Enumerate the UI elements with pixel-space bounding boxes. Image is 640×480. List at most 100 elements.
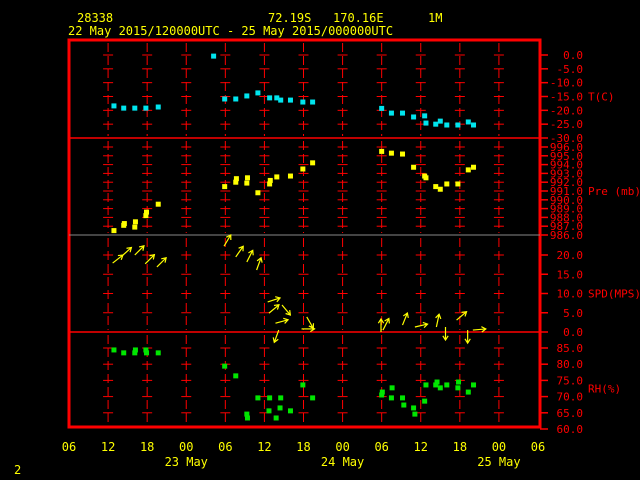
panel-title-humidity: RH(%) bbox=[588, 383, 621, 396]
wind-arrow bbox=[121, 246, 133, 257]
pressure-point bbox=[111, 228, 117, 234]
panel-title-wind: SPD(MPS) bbox=[588, 288, 640, 301]
humidity-point bbox=[455, 385, 461, 391]
temperature-point bbox=[121, 105, 127, 111]
x-tick-label: 06 bbox=[62, 440, 76, 454]
axis-tick-label: 0.0 bbox=[563, 326, 583, 339]
x-tick-label: 00 bbox=[179, 440, 193, 454]
temperature-point bbox=[255, 90, 261, 96]
pressure-point bbox=[379, 148, 385, 154]
x-tick-label: 18 bbox=[296, 440, 310, 454]
wind-arrow bbox=[301, 325, 316, 333]
pressure-point bbox=[310, 160, 316, 166]
pressure-point bbox=[233, 176, 239, 182]
pressure-point bbox=[155, 201, 161, 207]
pressure-point bbox=[400, 151, 406, 157]
humidity-point bbox=[233, 373, 239, 379]
temperature-point bbox=[422, 113, 428, 119]
humidity-point bbox=[434, 379, 440, 385]
humidity-point bbox=[277, 405, 283, 411]
temperature-point bbox=[211, 53, 217, 59]
humidity-point bbox=[388, 395, 394, 401]
axis-tick-label: 5.0 bbox=[563, 307, 583, 320]
humidity-point bbox=[310, 395, 316, 401]
x-tick-label: 00 bbox=[335, 440, 349, 454]
pressure-point bbox=[274, 174, 280, 180]
temperature-point bbox=[379, 105, 385, 111]
humidity-point bbox=[273, 415, 279, 421]
axis-tick-label: 70.0 bbox=[557, 391, 584, 404]
humidity-point bbox=[422, 398, 428, 404]
pressure-point bbox=[132, 224, 138, 230]
panel-title-pressure: Pre (mb) bbox=[588, 185, 640, 198]
wind-arrow bbox=[268, 304, 280, 314]
humidity-point bbox=[111, 347, 117, 353]
pressure-point bbox=[388, 150, 394, 156]
pressure-point bbox=[121, 221, 127, 227]
wind-arrow bbox=[156, 256, 167, 268]
humidity-point bbox=[121, 350, 127, 356]
pressure-point bbox=[255, 190, 261, 196]
temperature-point bbox=[400, 110, 406, 116]
wind-arrow bbox=[306, 316, 315, 330]
temperature-point bbox=[244, 93, 250, 99]
date-label: 24 May bbox=[321, 455, 364, 469]
humidity-point bbox=[144, 350, 150, 356]
axis-tick-label: -25.0 bbox=[550, 118, 583, 131]
humidity-point bbox=[300, 382, 306, 388]
wind-arrow bbox=[275, 317, 290, 324]
humidity-point bbox=[155, 350, 161, 356]
pressure-point bbox=[465, 167, 471, 173]
humidity-point bbox=[255, 395, 261, 401]
axis-tick-label: 85.0 bbox=[557, 342, 584, 355]
plot-frame bbox=[67, 38, 542, 429]
humidity-point bbox=[287, 408, 293, 414]
axis-tick-label: 986.0 bbox=[550, 229, 583, 242]
wind-arrow bbox=[134, 245, 145, 256]
pressure-point bbox=[132, 219, 138, 225]
axis-tick-label: 80.0 bbox=[557, 358, 584, 371]
pressure-point bbox=[144, 209, 150, 215]
temperature-point bbox=[455, 122, 461, 128]
wind-arrow bbox=[435, 313, 442, 328]
wind-arrow bbox=[267, 296, 282, 303]
panel-title-temperature: T(C) bbox=[588, 91, 615, 104]
axis-tick-label: 60.0 bbox=[557, 423, 584, 436]
date-label: 23 May bbox=[165, 455, 208, 469]
axis-tick-label: -20.0 bbox=[550, 104, 583, 117]
pressure-point bbox=[222, 184, 228, 190]
wind-arrow bbox=[382, 317, 390, 331]
axis-tick-label: 10.0 bbox=[557, 288, 584, 301]
x-tick-label: 00 bbox=[492, 440, 506, 454]
temperature-point bbox=[433, 121, 439, 127]
wind-arrow bbox=[144, 253, 156, 265]
wind-arrow bbox=[256, 256, 263, 271]
x-tick-label: 18 bbox=[140, 440, 154, 454]
x-tick-label: 12 bbox=[257, 440, 271, 454]
wind-arrow bbox=[377, 317, 385, 332]
temperature-point bbox=[143, 105, 149, 111]
wind-arrow bbox=[442, 326, 449, 342]
axis-tick-label: 20.0 bbox=[557, 249, 584, 262]
x-tick-label: 06 bbox=[218, 440, 232, 454]
axis-tick-label: 0.0 bbox=[563, 49, 583, 62]
humidity-point bbox=[423, 382, 429, 388]
axis-tick-label: 65.0 bbox=[557, 407, 584, 420]
humidity-point bbox=[411, 405, 417, 411]
humidity-point bbox=[266, 408, 272, 414]
temperature-point bbox=[437, 118, 443, 124]
x-tick-label: 06 bbox=[374, 440, 388, 454]
humidity-point bbox=[412, 411, 418, 417]
humidity-point bbox=[379, 389, 385, 395]
x-tick-label: 12 bbox=[101, 440, 115, 454]
humidity-point bbox=[444, 382, 450, 388]
humidity-point bbox=[244, 415, 250, 421]
humidity-point bbox=[132, 347, 138, 353]
temperature-point bbox=[300, 99, 306, 105]
humidity-point bbox=[401, 402, 407, 408]
wind-arrow bbox=[281, 304, 292, 316]
pressure-point bbox=[471, 164, 477, 170]
date-label: 25 May bbox=[477, 455, 520, 469]
pressure-point bbox=[455, 181, 461, 187]
temperature-point bbox=[465, 119, 471, 125]
